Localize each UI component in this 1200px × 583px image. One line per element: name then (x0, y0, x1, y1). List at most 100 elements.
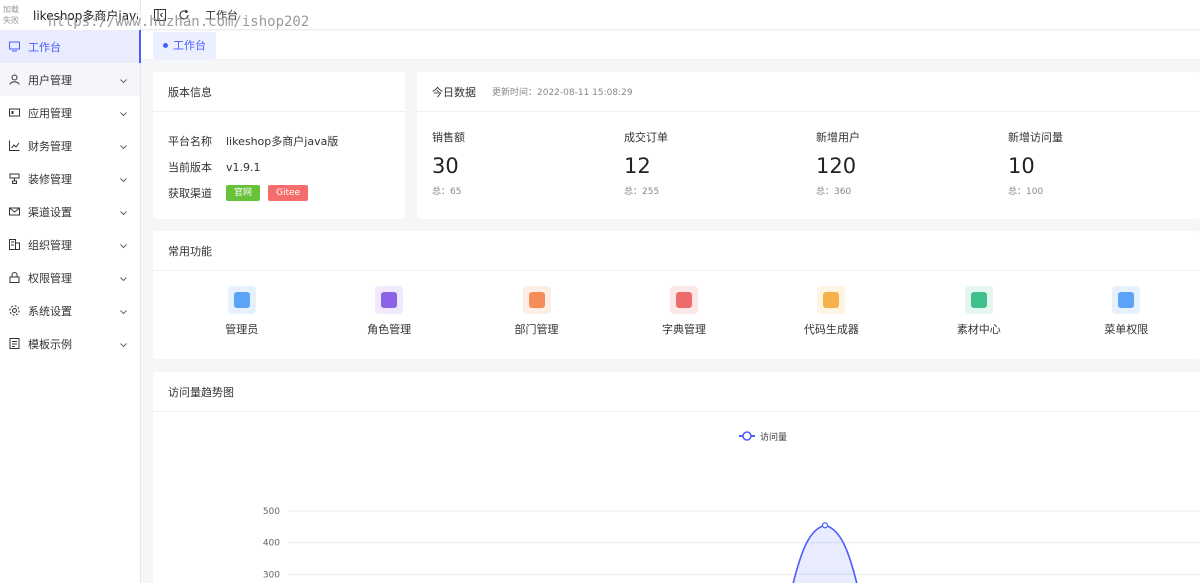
stat-value: 120 (816, 154, 857, 178)
template-icon (8, 338, 20, 350)
code-generator-icon (817, 286, 846, 314)
shortcut-label: 管理员 (225, 323, 259, 336)
logo-image-alt: 加载失败 (3, 5, 19, 25)
today-data-card: 今日数据 更新时间：2022-08-11 15:08:29 销售额 30 总：65 成… (417, 72, 1200, 219)
sidebar-item-label: 权限管理 (28, 271, 72, 285)
sidebar-item-5[interactable]: 渠道设置 (0, 195, 140, 228)
material-center-icon (964, 286, 993, 314)
platform-name-key: 平台名称 (168, 135, 212, 148)
visit-trend-card: 访问量趋势图 访问量200300400500 (153, 372, 1200, 583)
sidebar-item-8[interactable]: 系统设置 (0, 294, 140, 327)
admin-icon (227, 286, 256, 314)
stat-2: 新增用户 120 总：360 (816, 112, 1008, 197)
chevron-down-icon (119, 273, 128, 282)
sidebar-item-label: 模板示例 (28, 337, 72, 351)
platform-name-row: 平台名称 likeshop多商户java版 (153, 128, 405, 154)
chevron-down-icon (119, 75, 128, 84)
stat-0: 销售额 30 总：65 (432, 112, 624, 197)
logo[interactable]: 加载失败 likeshop多商户java版 (0, 0, 140, 30)
app-title: likeshop多商户java版 (33, 8, 138, 23)
sidebar-item-7[interactable]: 权限管理 (0, 261, 140, 294)
role-icon (375, 286, 404, 314)
active-dot (163, 42, 168, 48)
tab-workbench[interactable]: 工作台 (153, 31, 216, 59)
stat-label: 成交订单 (624, 131, 668, 144)
chevron-down-icon (119, 108, 128, 117)
chevron-down-icon (119, 240, 128, 249)
shortcut-label: 部门管理 (514, 323, 559, 336)
legend-marker (742, 431, 752, 441)
sidebar-item-6[interactable]: 组织管理 (0, 228, 140, 261)
sidebar-item-label: 装修管理 (28, 172, 72, 186)
shortcut-code-generator[interactable]: 代码生成器 (758, 271, 905, 337)
version-card-title: 版本信息 (153, 72, 405, 112)
visit-trend-chart: 访问量200300400500 (153, 412, 1200, 583)
sidebar-item-4[interactable]: 装修管理 (0, 162, 140, 195)
chart-svg: 访问量200300400500 (263, 431, 1200, 583)
channel-row: 获取渠道 官网 Gitee (153, 180, 405, 206)
stat-value: 30 (432, 154, 459, 178)
mail-icon (8, 206, 20, 218)
shortcut-material-center[interactable]: 素材中心 (905, 271, 1052, 337)
chevron-down-icon (119, 141, 128, 150)
stat-value: 10 (1008, 154, 1035, 178)
sidebar-item-label: 系统设置 (28, 304, 72, 318)
tab-label: 工作台 (173, 39, 206, 52)
shortcut-label: 字典管理 (661, 323, 706, 336)
official-site-button[interactable]: 官网 (226, 185, 261, 201)
chevron-down-icon (119, 207, 128, 216)
shortcut-menu-permission[interactable]: 菜单权限 (1053, 271, 1200, 337)
sidebar-item-2[interactable]: 应用管理 (0, 96, 140, 129)
channel-key: 获取渠道 (168, 187, 212, 200)
tab-bar: 工作台 (141, 31, 1200, 60)
sidebar-item-1[interactable]: 用户管理 (0, 63, 140, 96)
shortcut-dictionary[interactable]: 字典管理 (610, 271, 757, 337)
settings-icon (8, 305, 20, 317)
today-data-title: 今日数据 (432, 85, 476, 99)
chevron-down-icon (119, 174, 128, 183)
current-version-value: v1.9.1 (226, 160, 261, 174)
today-stats: 销售额 30 总：65 成交订单 12 总：255 新增用户 120 总：360 新增访问量 10 总… (417, 112, 1200, 197)
lock-icon (8, 272, 20, 284)
stat-1: 成交订单 12 总：255 (624, 112, 816, 197)
stat-value: 12 (624, 154, 651, 178)
collapse-sidebar-icon[interactable] (153, 8, 167, 22)
stat-total: 总：255 (624, 187, 660, 197)
dictionary-icon (669, 286, 698, 314)
sidebar-item-label: 用户管理 (28, 73, 72, 87)
stat-total: 总：65 (432, 187, 462, 197)
legend-label: 访问量 (760, 431, 787, 443)
stat-3: 新增访问量 10 总：100 (1008, 112, 1200, 197)
sidebar-item-9[interactable]: 模板示例 (0, 327, 140, 360)
platform-name-value: likeshop多商户java版 (226, 135, 339, 148)
current-version-row: 当前版本 v1.9.1 (153, 154, 405, 180)
app-icon (8, 107, 20, 119)
stat-total: 总：100 (1008, 187, 1044, 197)
department-icon (522, 286, 551, 314)
update-time: 更新时间：2022-08-11 15:08:29 (492, 88, 633, 98)
stat-label: 销售额 (432, 131, 465, 144)
shortcut-admin[interactable]: 管理员 (168, 271, 315, 337)
sidebar-item-label: 工作台 (28, 40, 61, 54)
y-tick-label: 300 (263, 570, 280, 580)
shortcut-label: 菜单权限 (1104, 323, 1149, 336)
shortcut-label: 代码生成器 (803, 323, 859, 336)
shortcut-department[interactable]: 部门管理 (463, 271, 610, 337)
shortcut-role[interactable]: 角色管理 (315, 271, 462, 337)
gitee-button[interactable]: Gitee (268, 185, 309, 201)
shortcut-label: 素材中心 (956, 323, 1001, 336)
common-functions-card: 常用功能 管理员 角色管理 部门管理 字典管理 代码生成器 素材中心 菜单权限 (153, 231, 1200, 359)
decorate-icon (8, 173, 20, 185)
chevron-down-icon (119, 306, 128, 315)
chart-icon (8, 140, 20, 152)
visit-trend-title: 访问量趋势图 (153, 372, 1200, 412)
monitor-icon (8, 41, 20, 53)
sidebar-item-0[interactable]: 工作台 (0, 30, 141, 63)
sidebar-item-3[interactable]: 财务管理 (0, 129, 140, 162)
common-functions-title: 常用功能 (153, 231, 1200, 271)
breadcrumb[interactable]: 工作台 (205, 7, 238, 23)
user-icon (8, 74, 20, 86)
stat-label: 新增访问量 (1008, 131, 1063, 144)
series-point (821, 522, 829, 529)
refresh-icon[interactable] (177, 8, 191, 22)
